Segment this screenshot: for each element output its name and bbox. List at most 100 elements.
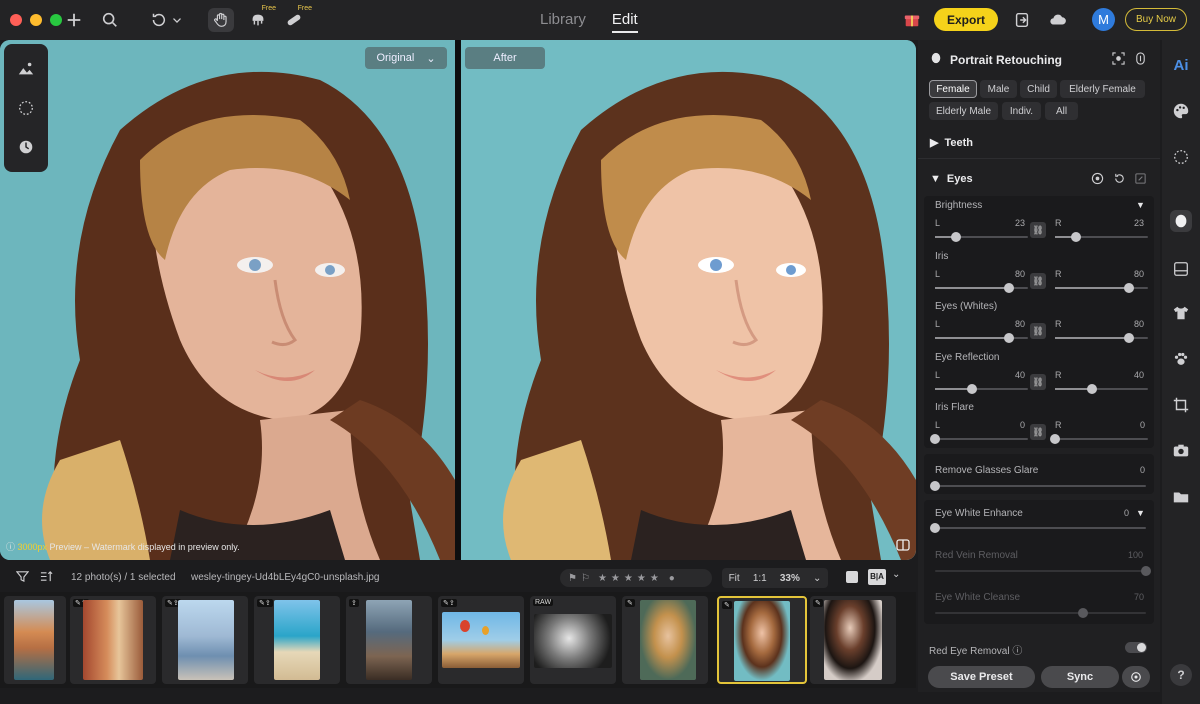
caret-down-icon[interactable]: ▼	[1136, 508, 1145, 518]
zoom-1to1-button[interactable]: 1:1	[753, 573, 767, 584]
texture-icon[interactable]	[15, 97, 37, 119]
iris-left-slider[interactable]	[935, 283, 1028, 293]
reflection-left-slider[interactable]	[935, 384, 1028, 394]
buy-now-button[interactable]: Buy Now	[1125, 8, 1187, 31]
save-preset-button[interactable]: Save Preset	[928, 666, 1035, 688]
brightness-left-slider[interactable]	[935, 232, 1028, 242]
link-icon[interactable]: ⛓	[1030, 323, 1046, 339]
whites-left-slider[interactable]	[935, 333, 1028, 343]
eye-white-cleanse-slider[interactable]	[935, 608, 1146, 618]
help-circle-icon[interactable]: ⓘ	[1012, 646, 1022, 657]
palette-icon[interactable]	[1170, 100, 1192, 122]
star-icon[interactable]: ★	[624, 573, 633, 584]
thumb-alley[interactable]: ✎⇪	[70, 596, 156, 684]
landscape-icon[interactable]	[15, 58, 37, 80]
zoom-fit-button[interactable]: Fit	[729, 573, 740, 584]
before-after-view-icon[interactable]: B|A	[868, 569, 886, 585]
link-icon[interactable]: ⛓	[1030, 374, 1046, 390]
eye-white-enhance-slider[interactable]	[930, 523, 1146, 533]
filter-icon[interactable]	[15, 570, 30, 586]
folder-icon[interactable]	[1170, 486, 1192, 508]
cloud-icon[interactable]	[1046, 8, 1070, 32]
thumb-beach[interactable]: ✎⇪	[254, 596, 340, 684]
layers-icon[interactable]	[1170, 258, 1192, 280]
reset-icon[interactable]	[1113, 172, 1126, 188]
share-icon[interactable]	[1010, 8, 1034, 32]
thumb-violinist[interactable]: ✎	[810, 596, 896, 684]
paw-icon[interactable]	[1170, 348, 1192, 370]
iris-right-slider[interactable]	[1055, 283, 1148, 293]
chevron-down-icon[interactable]	[170, 8, 184, 32]
whites-right-slider[interactable]	[1055, 333, 1148, 343]
mask-icon[interactable]	[1134, 52, 1147, 68]
search-icon[interactable]	[98, 8, 122, 32]
camera-icon[interactable]	[1170, 440, 1192, 462]
undo-icon[interactable]	[146, 8, 170, 32]
chip-all[interactable]: All	[1045, 102, 1078, 120]
flare-left-slider[interactable]	[930, 434, 1028, 444]
flag-icon[interactable]: ⚑	[568, 573, 577, 584]
zoom-window-button[interactable]	[50, 14, 62, 26]
star-icon[interactable]: ★	[650, 573, 659, 584]
ai-icon[interactable]: Ai	[1170, 54, 1192, 76]
star-icon[interactable]: ★	[598, 573, 607, 584]
remove-glare-slider[interactable]	[930, 481, 1146, 491]
link-icon[interactable]: ⛓	[1030, 273, 1046, 289]
tab-library[interactable]: Library	[540, 0, 586, 40]
star-icon[interactable]: ★	[637, 573, 646, 584]
eye-visibility-icon[interactable]	[1091, 172, 1104, 188]
thumb-coast[interactable]: ⇪	[346, 596, 432, 684]
chip-elderly-male[interactable]: Elderly Male	[929, 102, 998, 120]
link-icon[interactable]: ⛓	[1030, 222, 1046, 238]
star-icon[interactable]: ★	[611, 573, 620, 584]
tab-edit[interactable]: Edit	[611, 0, 638, 40]
portrait-icon[interactable]	[1170, 210, 1192, 232]
chevron-down-icon[interactable]: ⌄	[892, 569, 900, 580]
sync-settings-icon[interactable]	[1122, 666, 1150, 688]
export-button[interactable]: Export	[934, 8, 998, 31]
brush-icon[interactable]	[1134, 172, 1147, 188]
red-vein-slider[interactable]	[935, 566, 1151, 576]
caret-down-icon[interactable]: ▼	[1136, 200, 1145, 210]
zoom-value[interactable]: 33%	[780, 573, 800, 584]
thumb-tower[interactable]: ✎⇪	[162, 596, 248, 684]
thumb-bw-dancer[interactable]: RAW	[530, 596, 616, 684]
thumb-woman-teal[interactable]: ✎	[717, 596, 807, 684]
face-detect-icon[interactable]	[1112, 52, 1125, 68]
original-dropdown[interactable]: Original ⌄	[365, 47, 447, 69]
chip-elderly-female[interactable]: Elderly Female	[1060, 80, 1145, 98]
avatar[interactable]: M	[1092, 8, 1115, 31]
single-view-icon[interactable]	[846, 571, 858, 583]
color-label-icon[interactable]: ●	[669, 573, 675, 584]
chip-male[interactable]: Male	[980, 80, 1017, 98]
bandage-icon[interactable]: Free	[282, 5, 312, 32]
add-icon[interactable]	[62, 8, 86, 32]
brightness-right-slider[interactable]	[1055, 232, 1148, 242]
history-clock-icon[interactable]	[15, 136, 37, 158]
sort-icon[interactable]	[40, 570, 53, 586]
image-canvas[interactable]: Original ⌄ After ⓘ 3000px Preview – Wate…	[0, 40, 916, 560]
red-eye-toggle[interactable]	[1125, 642, 1147, 653]
grain-icon[interactable]	[1170, 146, 1192, 168]
close-window-button[interactable]	[10, 14, 22, 26]
hand-icon[interactable]	[208, 8, 234, 32]
chevron-down-icon[interactable]: ⌄	[813, 573, 821, 584]
chip-female[interactable]: Female	[929, 80, 977, 98]
thumb-balloons[interactable]: ✎⇪	[438, 596, 524, 684]
gift-icon[interactable]	[900, 8, 924, 32]
chip-individual[interactable]: Indiv.	[1002, 102, 1041, 120]
teeth-section[interactable]: ▶ Teeth	[930, 136, 973, 150]
eraser-icon[interactable]: Free	[246, 5, 276, 32]
thumb-blonde-woman[interactable]: ✎	[622, 596, 708, 684]
compare-split-icon[interactable]	[896, 538, 910, 552]
after-label[interactable]: After	[465, 47, 545, 69]
flare-right-slider[interactable]	[1050, 434, 1148, 444]
chip-child[interactable]: Child	[1020, 80, 1057, 98]
crop-icon[interactable]	[1170, 394, 1192, 416]
sync-button[interactable]: Sync	[1041, 666, 1119, 688]
shirt-icon[interactable]	[1170, 302, 1192, 324]
thumb-city-canal[interactable]	[4, 596, 66, 684]
reject-flag-icon[interactable]: ⚐	[581, 573, 590, 584]
reflection-right-slider[interactable]	[1055, 384, 1148, 394]
eyes-section[interactable]: ▼ Eyes	[930, 173, 973, 185]
